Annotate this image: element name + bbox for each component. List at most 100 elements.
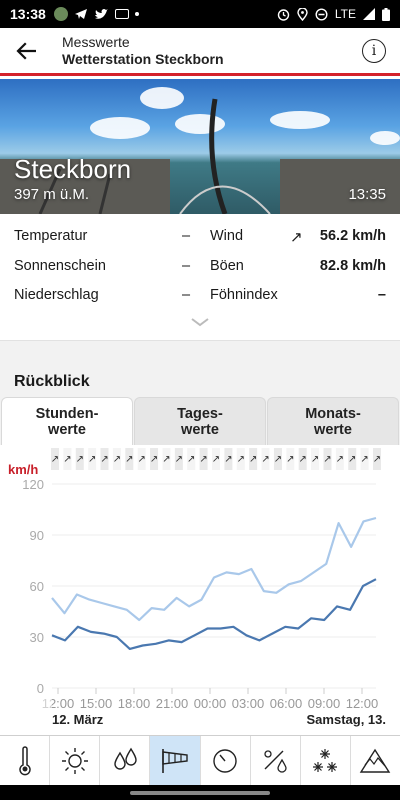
x-tick-label: 15:00 (80, 696, 113, 711)
warning-icon (360, 748, 391, 773)
wind-direction-arrow: ↗ (88, 454, 96, 465)
tab-tageswerte[interactable]: Tages- werte (134, 397, 266, 445)
battery-icon (382, 7, 390, 21)
current-values: Temperatur – Wind ↗ 56.2 km/h Sonnensche… (0, 222, 400, 314)
wind-direction-arrow: ↗ (348, 454, 356, 465)
history-tabs: Stunden- werte Tages- werte Monats- wert… (0, 397, 400, 445)
gust-series-line (51, 516, 377, 622)
humidity-icon (264, 750, 287, 773)
info-button[interactable]: i (362, 38, 386, 63)
wind-direction-arrow: ↗ (175, 454, 183, 465)
pressure-gauge-icon (213, 749, 237, 773)
gesture-handle (130, 791, 270, 795)
wind-direction-arrow: ↗ (51, 454, 59, 465)
tab-label-line1: Stunden- (35, 405, 99, 422)
snowflake-icon (313, 749, 338, 772)
signal-icon (363, 8, 375, 20)
x-tick-label: 00:00 (194, 696, 227, 711)
value-row: Temperatur – Wind ↗ 56.2 km/h (0, 222, 400, 251)
nav-wind[interactable] (150, 736, 201, 786)
sonnenschein-label: Sonnenschein (14, 258, 106, 274)
wind-direction-arrow: ↗ (212, 454, 220, 465)
foehn-value: – (377, 287, 386, 303)
value-row: Niederschlag – Föhnindex – (0, 281, 400, 310)
station-webcam-image: Steckborn 397 m ü.M. 13:35 (0, 79, 400, 214)
wind-direction-arrow: ↗ (323, 454, 331, 465)
wind-direction-arrow: ↗ (125, 454, 133, 465)
tab-label-line1: Tages- (177, 405, 223, 422)
x-tick-label: 12:00 (346, 696, 379, 711)
date-label-end: Samstag, 13. (307, 712, 387, 727)
wind-direction-arrow: ↗ (113, 454, 121, 465)
y-tick-label: 120 (22, 477, 44, 492)
nav-snow[interactable] (301, 736, 351, 786)
boeen-value: 82.8 km/h (319, 258, 386, 274)
x-tick-label: 09:00 (308, 696, 341, 711)
windsock-icon (162, 749, 188, 773)
tab-monatswerte[interactable]: Monats- werte (267, 397, 399, 445)
x-tick-label: 21:00 (156, 696, 189, 711)
y-tick-label: 30 (30, 630, 44, 645)
tab-stundenwerte[interactable]: Stunden- werte (1, 397, 133, 445)
nav-sunshine[interactable] (50, 736, 101, 786)
wind-direction-arrow: ↗ (261, 454, 269, 465)
x-tick-label: 03:00 (232, 696, 265, 711)
twitter-icon (94, 8, 108, 19)
y-tick-label: 0 (37, 681, 44, 696)
station-altitude: 397 m ü.M. (14, 186, 90, 203)
sonnenschein-value: – (182, 258, 191, 274)
header-titles: Messwerte Wetterstation Steckborn (52, 34, 362, 67)
info-icon: i (371, 42, 377, 59)
wind-direction-arrow: ↗ (373, 454, 381, 465)
alarm-icon (277, 8, 290, 21)
temperatur-value: – (182, 228, 191, 244)
back-button[interactable] (0, 27, 52, 75)
wind-direction-arrow: ↗ (199, 454, 207, 465)
wind-direction-arrow: ↗ (162, 454, 170, 465)
section-title: Rückblick (14, 373, 90, 390)
temperatur-label: Temperatur (14, 228, 88, 244)
app-header: Messwerte Wetterstation Steckborn i (0, 28, 400, 76)
wind-direction-arrow: ↗ (274, 454, 282, 465)
nav-temperature[interactable] (0, 736, 51, 786)
wind-direction-icon: ↗ (290, 229, 303, 246)
expand-chevron-icon[interactable] (189, 316, 211, 328)
location-icon (297, 7, 308, 21)
wind-direction-arrow: ↗ (137, 454, 145, 465)
nav-humidity[interactable] (251, 736, 301, 786)
y-tick-label: 60 (30, 579, 44, 594)
tab-label-line2: werte (314, 421, 352, 438)
network-label: LTE (334, 7, 356, 21)
x-axis-fade (0, 695, 52, 715)
nav-warnings[interactable] (351, 736, 400, 786)
wind-direction-arrow: ↗ (286, 454, 294, 465)
boeen-label: Böen (210, 258, 244, 274)
bottom-nav (0, 735, 400, 786)
niederschlag-label: Niederschlag (14, 287, 99, 303)
wind-chart[interactable]: ↗ ↗ ↗ ↗ ↗ ↗ ↗ ↗ ↗ ↗ ↗ ↗ ↗ ↗ ↗ ↗ ↗ ↗ ↗ ↗ ↗ ↗ ↗ ↗ ↗ ↗ ↗ km/h 0 30 60 90 12… (0, 445, 400, 735)
wind-value: 56.2 km/h (319, 228, 386, 244)
nav-precipitation[interactable] (100, 736, 151, 786)
tab-label-line2: werte (181, 421, 219, 438)
wind-direction-arrow: ↗ (76, 454, 84, 465)
date-label-start: 12. März (52, 712, 104, 727)
header-subtitle: Messwerte (62, 34, 130, 50)
wind-direction-arrow: ↗ (150, 454, 158, 465)
telegram-icon (74, 9, 87, 19)
wind-direction-arrow: ↗ (336, 454, 344, 465)
wind-direction-arrow: ↗ (360, 454, 368, 465)
x-tick-label: 06:00 (270, 696, 303, 711)
sim-icon (114, 9, 129, 19)
sun-icon (61, 748, 88, 774)
thermometer-icon (18, 746, 31, 776)
wind-direction-arrow: ↗ (249, 454, 257, 465)
wind-direction-arrow: ↗ (311, 454, 319, 465)
wind-direction-arrow: ↗ (100, 454, 108, 465)
foehn-label: Föhnindex (210, 287, 278, 303)
raindrops-icon (114, 747, 137, 770)
notification-dot (134, 12, 139, 16)
x-tick-label: 18:00 (118, 696, 151, 711)
nav-pressure[interactable] (201, 736, 251, 786)
tab-label-line1: Monats- (305, 405, 361, 422)
gesture-bar (0, 785, 400, 800)
